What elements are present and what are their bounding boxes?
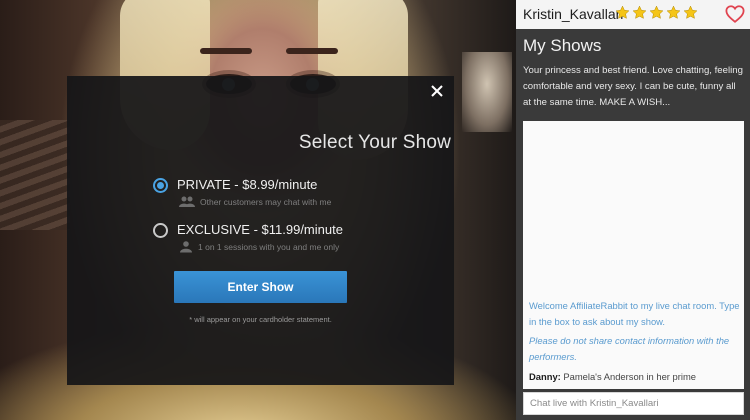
star-icon — [666, 5, 681, 19]
my-shows-heading: My Shows — [523, 36, 602, 55]
star-icon — [683, 5, 698, 19]
option-exclusive-description: 1 on 1 sessions with you and me only — [198, 242, 340, 252]
chat-log[interactable]: Welcome AffiliateRabbit to my live chat … — [523, 121, 744, 389]
users-icon — [179, 196, 195, 207]
chat-message-text: Pamela's Anderson in her prime — [563, 371, 696, 382]
cardholder-footnote: * will appear on your cardholder stateme… — [189, 315, 332, 324]
chat-message: Danny: Pamela's Anderson in her prime — [529, 371, 696, 382]
performer-description: Your princess and best friend. Love chat… — [523, 65, 743, 108]
private-radio[interactable] — [153, 178, 168, 193]
enter-show-button[interactable]: Enter Show — [174, 271, 347, 303]
option-exclusive-description-row: 1 on 1 sessions with you and me only — [179, 241, 339, 253]
chat-welcome-message: Welcome AffiliateRabbit to my live chat … — [529, 300, 740, 327]
option-private-description-row: Other customers may chat with me — [179, 196, 331, 208]
performer-username[interactable]: Kristin_Kavallari — [523, 6, 623, 22]
star-icon — [632, 5, 647, 19]
close-icon[interactable] — [428, 82, 446, 100]
show-sidebar: Kristin_Kavallari My Shows Your princess… — [516, 0, 750, 420]
exclusive-radio[interactable] — [153, 223, 168, 238]
profile-header: Kristin_Kavallari — [516, 0, 750, 29]
heart-icon[interactable] — [725, 5, 745, 23]
star-icon — [615, 5, 630, 19]
left-brow — [200, 48, 252, 54]
chat-message-sender: Danny: — [529, 371, 561, 382]
rating-stars — [615, 5, 698, 20]
option-private-description: Other customers may chat with me — [200, 197, 332, 207]
user-icon — [180, 241, 192, 253]
star-icon — [649, 5, 664, 19]
option-exclusive-label: EXCLUSIVE - $11.99/minute — [177, 222, 343, 237]
chat-input[interactable] — [523, 392, 744, 415]
right-brow — [286, 48, 338, 54]
background-lamp — [462, 52, 512, 132]
chat-privacy-notice: Please do not share contact information … — [529, 335, 730, 362]
option-private-label: PRIVATE - $8.99/minute — [177, 177, 318, 192]
